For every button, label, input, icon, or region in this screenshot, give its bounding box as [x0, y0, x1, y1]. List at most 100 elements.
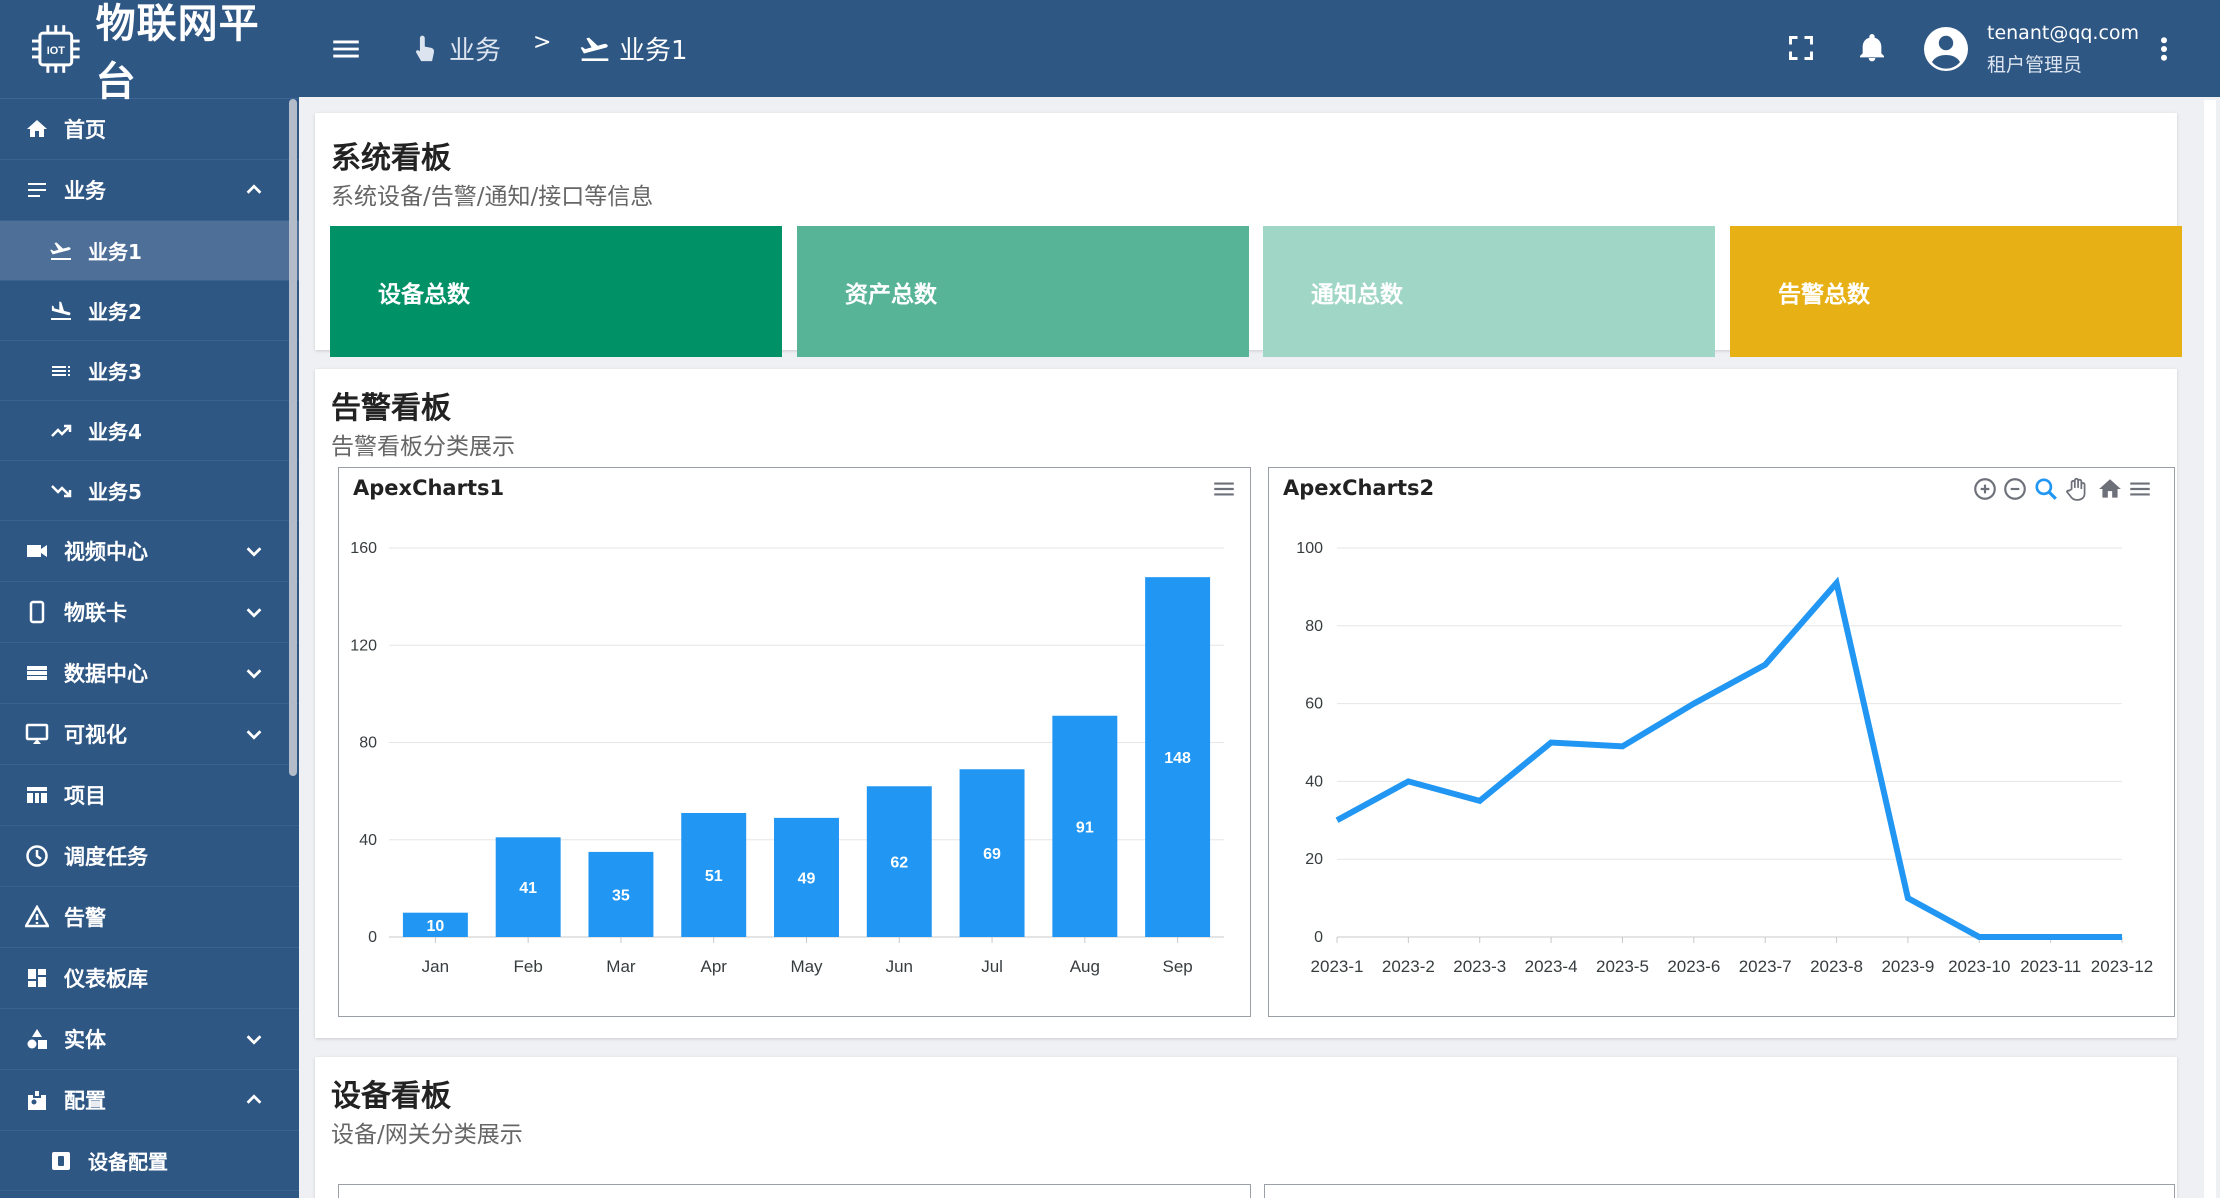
- fullscreen-button[interactable]: [1787, 34, 1815, 62]
- more-menu-button[interactable]: [2155, 34, 2173, 64]
- user-email[interactable]: tenant@qq.com: [1987, 22, 2139, 44]
- sidebar-item-business5[interactable]: 业务5: [0, 461, 299, 521]
- device-board-card: 设备看板 设备/网关分类展示: [315, 1057, 2177, 1198]
- airplay-icon: [24, 721, 50, 747]
- trending-down-icon: [48, 478, 74, 504]
- x-tick-label: 2023-9: [1881, 957, 1934, 976]
- sidebar-item-label: 项目: [64, 784, 106, 808]
- chevron-down-icon: [246, 730, 262, 740]
- bar-chart-plot: 0 40 80 120 160 10 Jan 41 Feb 35 Mar 51 Apr 49 May 62 Ju…: [350, 540, 1224, 976]
- sidebar-item-entity[interactable]: 实体: [0, 1009, 299, 1070]
- bell-icon: [1860, 34, 1884, 62]
- plane-landing-icon: [48, 298, 74, 324]
- list-icon: [24, 177, 50, 203]
- sidebar-item-label: 物联卡: [64, 601, 127, 625]
- sidebar-item-device-config[interactable]: 设备配置: [0, 1131, 299, 1191]
- device-chart-panel-left: [338, 1184, 1251, 1198]
- stat-asset-total[interactable]: 资产总数: [797, 226, 1249, 357]
- x-tick-label: 2023-3: [1453, 957, 1506, 976]
- sidebar-item-label: 仪表板库: [64, 967, 148, 991]
- stat-device-total[interactable]: 设备总数: [330, 226, 782, 357]
- sidebar-item-project[interactable]: 项目: [0, 765, 299, 826]
- x-tick-label: Jan: [422, 957, 449, 976]
- y-tick-label: 120: [350, 637, 377, 654]
- device-chart-panel-right: [1264, 1184, 2175, 1198]
- sidebar-item-label: 业务5: [88, 480, 142, 504]
- sidebar-item-iot-card[interactable]: 物联卡: [0, 582, 299, 643]
- stat-label: 告警总数: [1778, 281, 1870, 308]
- sidebar-item-config[interactable]: 配置: [0, 1070, 299, 1131]
- sidebar-item-visualization[interactable]: 可视化: [0, 704, 299, 765]
- breadcrumb-label: 业务: [449, 36, 502, 66]
- storage-icon: [24, 660, 50, 686]
- iot-chip-icon: IOT: [31, 25, 80, 73]
- sidebar-item-label: 业务3: [88, 360, 142, 384]
- x-tick-label: Apr: [700, 957, 727, 976]
- menu-toggle-button[interactable]: [329, 32, 363, 66]
- x-tick-label: 2023-6: [1667, 957, 1720, 976]
- user-role: 租户管理员: [1987, 54, 2083, 76]
- brand-title: 物联网平台: [95, 1, 260, 105]
- sidebar-item-business1[interactable]: 业务1: [0, 221, 299, 281]
- y-tick-label: 0: [1314, 929, 1323, 946]
- shapes-icon: [24, 1026, 50, 1052]
- y-tick-label: 80: [359, 735, 377, 752]
- trending-up-icon: [48, 418, 74, 444]
- breadcrumb-business[interactable]: 业务: [411, 30, 501, 67]
- data-label: 35: [612, 887, 630, 904]
- notifications-button[interactable]: [1856, 32, 1888, 64]
- device-config-icon: [48, 1148, 74, 1174]
- y-tick-label: 40: [1305, 773, 1323, 790]
- sidebar-item-business3[interactable]: 业务3: [0, 341, 299, 401]
- sidebar-item-dashboards[interactable]: 仪表板库: [0, 948, 299, 1009]
- stat-label: 设备总数: [378, 281, 470, 308]
- plane-takeoff-icon: [580, 37, 609, 61]
- stat-alarm-total[interactable]: 告警总数: [1730, 226, 2182, 357]
- x-tick-label: 2023-5: [1596, 957, 1649, 976]
- fullscreen-icon: [1789, 36, 1813, 60]
- sidebar-item-business4[interactable]: 业务4: [0, 401, 299, 461]
- breadcrumb-business1: 业务1: [579, 30, 688, 67]
- logo[interactable]: IOT 物联网平台: [0, 0, 299, 105]
- chevron-down-icon: [246, 608, 262, 618]
- sidebar-item-alarm[interactable]: 告警: [0, 887, 299, 948]
- breadcrumb-separator: >: [533, 30, 552, 55]
- y-tick-label: 100: [1296, 540, 1323, 557]
- phone-icon: [24, 599, 50, 625]
- y-tick-label: 60: [1305, 696, 1323, 713]
- hamburger-icon: [333, 40, 359, 58]
- sidebar-menu: 首页 业务 业务1 业务2 业务3 业务4 业务5 视频中心 物联卡 数据中心 …: [0, 99, 299, 1191]
- line-chart-plot: 0 20 40 60 80 100 2023-1 2023-2 2023-3 2023-4 2023…: [1296, 540, 2153, 976]
- data-label: 41: [519, 880, 537, 897]
- data-label: 51: [705, 868, 723, 885]
- sidebar-item-label: 业务1: [88, 240, 142, 264]
- sidebar-item-business2[interactable]: 业务2: [0, 281, 299, 341]
- video-icon: [24, 538, 50, 564]
- sidebar-item-video[interactable]: 视频中心: [0, 521, 299, 582]
- sidebar-item-data-center[interactable]: 数据中心: [0, 643, 299, 704]
- device-board-subtitle: 设备/网关分类展示: [331, 1122, 523, 1148]
- x-tick-label: 2023-4: [1525, 957, 1578, 976]
- y-tick-label: 40: [359, 832, 377, 849]
- x-tick-label: Aug: [1070, 957, 1100, 976]
- page-scrollbar[interactable]: [2204, 100, 2216, 1198]
- x-tick-label: Sep: [1162, 957, 1192, 976]
- sidebar-item-schedule[interactable]: 调度任务: [0, 826, 299, 887]
- x-tick-label: 2023-2: [1382, 957, 1435, 976]
- x-tick-label: 2023-7: [1739, 957, 1792, 976]
- table-icon: [24, 782, 50, 808]
- x-tick-label: 2023-8: [1810, 957, 1863, 976]
- stat-notice-total[interactable]: 通知总数: [1263, 226, 1715, 357]
- system-board-title: 系统看板: [331, 141, 451, 176]
- chevron-down-icon: [246, 669, 262, 679]
- account-circle-icon: [1924, 27, 1968, 71]
- clock-icon: [24, 843, 50, 869]
- data-label: 69: [983, 846, 1001, 863]
- user-avatar[interactable]: [1922, 25, 1970, 73]
- sidebar-scrollbar[interactable]: [289, 99, 297, 776]
- sidebar-item-label: 配置: [64, 1089, 106, 1113]
- sidebar-item-business[interactable]: 业务: [0, 160, 299, 221]
- sidebar-item-home[interactable]: 首页: [0, 99, 299, 160]
- badge-icon: [24, 1087, 50, 1113]
- main-content: 系统看板 系统设备/告警/通知/接口等信息 设备总数 资产总数 通知总数 告警总…: [299, 97, 2197, 1198]
